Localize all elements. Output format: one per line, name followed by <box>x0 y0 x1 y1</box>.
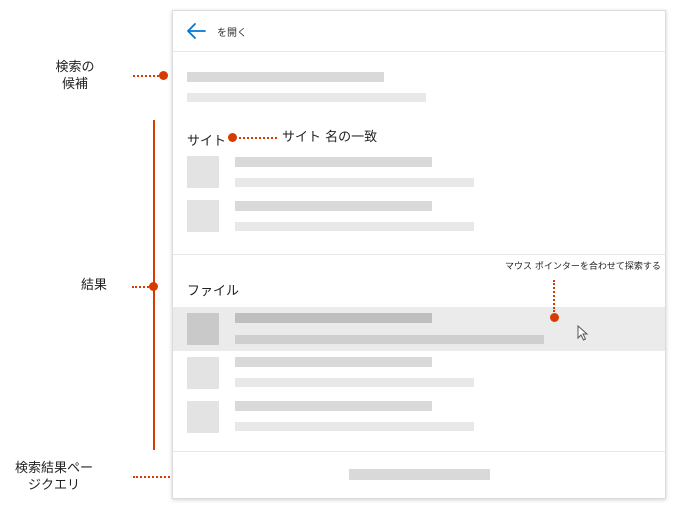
site-thumbnail <box>187 200 219 232</box>
file-title-placeholder <box>235 357 432 367</box>
results-connector <box>132 286 149 288</box>
site-match-marker <box>228 133 237 142</box>
site-match-connector <box>239 137 277 139</box>
section-divider <box>173 254 665 255</box>
search-panel: を開く サイト ファイル <box>172 10 666 499</box>
panel-header: を開く <box>173 11 665 52</box>
suggestion-placeholder-2[interactable] <box>187 93 426 102</box>
header-title: を開く <box>217 28 247 39</box>
hover-marker <box>550 313 559 322</box>
mouse-pointer-icon <box>577 325 589 341</box>
file-thumbnail <box>187 313 219 345</box>
files-heading: ファイル <box>187 284 240 299</box>
suggestions-marker <box>159 71 168 80</box>
site-thumbnail <box>187 156 219 188</box>
hover-connector <box>553 280 555 312</box>
section-divider <box>173 451 665 452</box>
sites-heading: サイト <box>187 134 227 149</box>
callout-site-match: サイト 名の一致 <box>282 130 378 145</box>
results-marker <box>149 282 158 291</box>
results-page-query-placeholder[interactable] <box>349 469 490 480</box>
file-thumbnail <box>187 401 219 433</box>
file-title-placeholder <box>235 401 432 411</box>
file-subtitle-placeholder <box>235 378 474 387</box>
file-thumbnail <box>187 357 219 389</box>
callout-results-page: 検索結果ペー ジクエリ <box>4 460 104 494</box>
callout-suggestions: 検索の 候補 <box>42 59 108 93</box>
callout-results-page-line2: ジクエリ <box>27 478 80 493</box>
arrow-left-icon[interactable] <box>185 21 207 41</box>
site-title-placeholder <box>235 201 432 211</box>
callout-suggestions-line2: 候補 <box>61 77 88 92</box>
callout-suggestions-line1: 検索の <box>55 60 95 75</box>
site-subtitle-placeholder <box>235 222 474 231</box>
file-result-hovered[interactable] <box>173 307 665 351</box>
file-subtitle-placeholder <box>235 422 474 431</box>
site-title-placeholder <box>235 157 432 167</box>
suggestion-placeholder-1[interactable] <box>187 72 384 82</box>
site-subtitle-placeholder <box>235 178 474 187</box>
callout-hover: マウス ポインターを合わせて探索する <box>505 262 661 272</box>
callout-results-page-line1: 検索結果ペー <box>14 461 93 476</box>
file-title-placeholder <box>235 313 432 323</box>
suggestions-connector <box>133 75 159 77</box>
callout-results: 結果 <box>80 278 107 293</box>
file-subtitle-placeholder <box>235 335 544 344</box>
